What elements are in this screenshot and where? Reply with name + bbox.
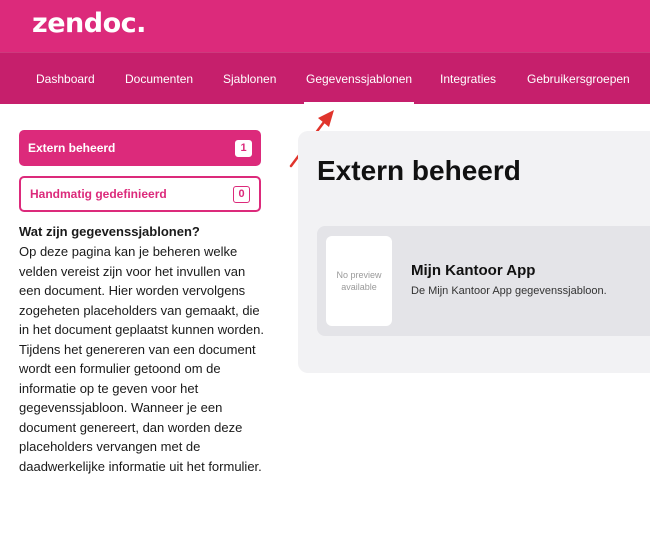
nav-item-gegevenssjablonen[interactable]: Gegevenssjablonen [303,53,415,105]
handmatig-gedefinieerd-count-badge: 0 [233,185,250,203]
card-title[interactable]: Mijn Kantoor App [411,262,535,279]
zendoc-logo[interactable]: zendoc. [32,8,146,39]
extern-beheerd-label: Extern beheerd [28,141,116,155]
info-title: Wat zijn gegevenssjablonen? [19,224,200,239]
main-navigation: Dashboard Documenten Sjablonen Gegevenss… [0,52,650,105]
nav-item-integraties[interactable]: Integraties [440,53,496,105]
handmatig-gedefinieerd-button[interactable]: Handmatig gedefinieerd 0 [19,176,261,212]
nav-item-gebruikersgroepen[interactable]: Gebruikersgroepen [527,53,630,105]
extern-beheerd-button[interactable]: Extern beheerd 1 [19,130,261,166]
nav-item-dashboard[interactable]: Dashboard [36,53,95,105]
handmatig-gedefinieerd-label: Handmatig gedefinieerd [30,187,167,201]
extern-beheerd-count-badge: 1 [235,139,252,157]
info-text: Op deze pagina kan je beheren welke veld… [19,244,265,474]
page-title: Extern beheerd [317,155,521,186]
nav-item-sjablonen[interactable]: Sjablonen [223,53,276,105]
preview-placeholder-text: No preview available [336,270,382,292]
preview-thumbnail: No preview available [326,236,392,326]
top-header: zendoc. [0,0,650,52]
card-description: De Mijn Kantoor App gegevenssjabloon. [411,285,607,297]
nav-item-documenten[interactable]: Documenten [125,53,193,105]
